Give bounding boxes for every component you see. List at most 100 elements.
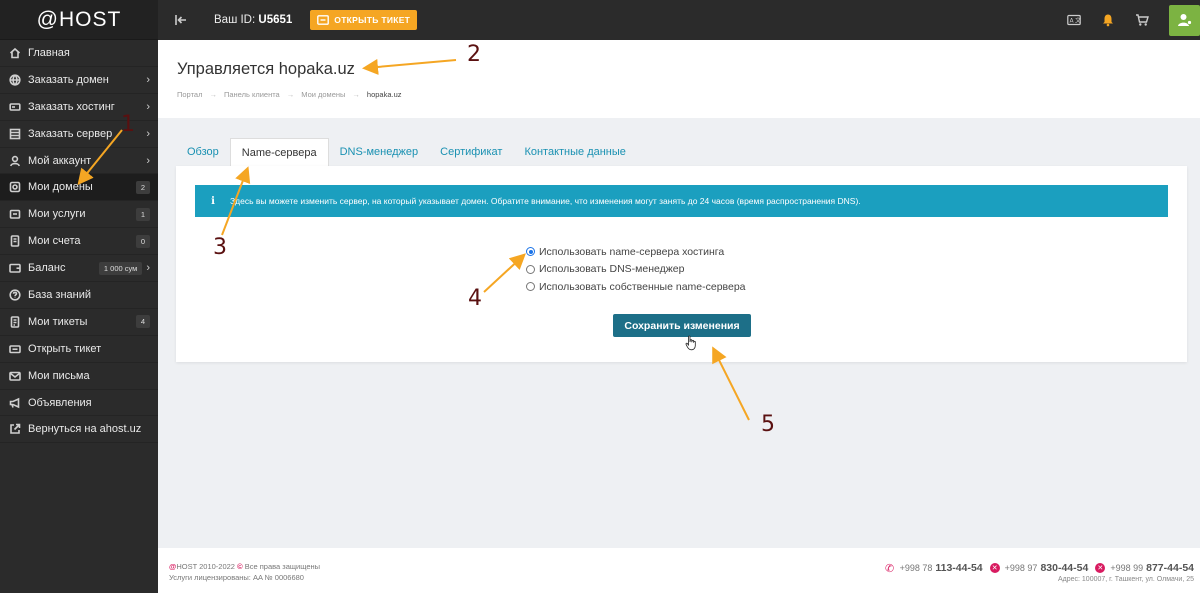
megaphone-icon [9, 397, 21, 409]
sidebar-item-order-domain[interactable]: Заказать домен › [0, 67, 158, 94]
option-label: Использовать собственные name-сервера [539, 280, 746, 293]
topbar: Ваш ID: U5651 ОТКРЫТЬ ТИКЕТ A文 [158, 0, 1200, 40]
phone-number: 830-44-54 [1040, 562, 1089, 574]
phone-3[interactable]: ✕ +998 99 877-44-54 [1095, 562, 1194, 574]
svg-text:文: 文 [1075, 17, 1081, 25]
breadcrumb-client-panel[interactable]: Панель клиента [224, 90, 280, 99]
option-dns-manager[interactable]: Использовать DNS-менеджер [526, 261, 746, 279]
breadcrumb-current: hopaka.uz [366, 90, 402, 99]
breadcrumb-portal[interactable]: Портал [177, 90, 202, 99]
logo[interactable]: @HOST [0, 0, 158, 40]
tab-contact-data[interactable]: Контактные данные [513, 138, 636, 166]
breadcrumb: Портал → Панель клиента → Мои домены → h… [177, 90, 402, 99]
annotation-number-5: 5 [761, 412, 775, 437]
tab-overview[interactable]: Обзор [176, 138, 230, 166]
option-hosting-nameservers[interactable]: Использовать name-сервера хостинга [526, 243, 746, 261]
user-id-label: Ваш ID: [214, 14, 256, 26]
chevron-right-icon: › [146, 73, 150, 86]
sidebar-item-label: Объявления [28, 396, 92, 409]
hand-cursor-icon [685, 335, 696, 351]
phone-number: 877-44-54 [1146, 562, 1194, 574]
tab-dns-manager[interactable]: DNS-менеджер [329, 138, 430, 166]
cart-icon[interactable] [1135, 13, 1149, 27]
svg-text:A: A [1070, 18, 1075, 25]
page-title: Управляется hopaka.uz [177, 60, 355, 78]
chevron-right-icon: › [146, 154, 150, 167]
wallet-icon [9, 262, 21, 274]
sidebar-item-knowledge-base[interactable]: База знаний [0, 282, 158, 309]
sidebar-item-my-tickets[interactable]: Мои тикеты 4 [0, 309, 158, 336]
annotation-number-1: 1 [121, 112, 135, 137]
server-icon [9, 101, 21, 113]
nameserver-panel: i Здесь вы можете изменить сервер, на ко… [176, 166, 1187, 362]
address: Адрес: 100007, г. Ташкент, ул. Олмачи, 2… [1057, 576, 1194, 583]
sidebar-item-balance[interactable]: Баланс 1 000 сум › [0, 255, 158, 283]
sidebar-nav: Главная Заказать домен › Заказать хостин… [0, 40, 158, 444]
count-badge: 1 [135, 207, 150, 221]
messenger-icon: ✕ [989, 563, 1000, 573]
breadcrumb-my-domains[interactable]: Мои домены [301, 90, 345, 99]
tab-certificate[interactable]: Сертификат [429, 138, 513, 166]
sidebar-item-label: Заказать хостинг [28, 100, 115, 113]
box-icon [9, 208, 21, 220]
sidebar-item-label: Мои домены [28, 181, 93, 194]
help-icon [9, 289, 21, 301]
phone-prefix: +998 97 [1004, 563, 1038, 573]
user-menu-button[interactable] [1169, 4, 1200, 36]
annotation-number-3: 3 [213, 235, 227, 260]
language-icon[interactable]: A文 [1067, 13, 1081, 27]
ticket-icon [9, 316, 21, 328]
bell-icon[interactable] [1101, 13, 1115, 27]
phone-prefix: +998 99 [1110, 563, 1144, 573]
sidebar-item-my-account[interactable]: Мой аккаунт › [0, 148, 158, 175]
user-icon [9, 155, 21, 167]
globe-icon [9, 74, 21, 86]
radio-unselected[interactable] [526, 264, 535, 274]
save-changes-button[interactable]: Сохранить изменения [613, 314, 751, 337]
license-text: Услуги лицензированы: AA № 0006680 [169, 573, 304, 582]
external-link-icon [9, 423, 21, 435]
sidebar-item-label: Мои услуги [28, 208, 86, 221]
option-label: Использовать name-сервера хостинга [539, 245, 725, 258]
sidebar-item-my-domains[interactable]: Мои домены 2 [0, 174, 158, 202]
sidebar-item-label: База знаний [28, 288, 92, 301]
sidebar-item-label: Открыть тикет [28, 342, 102, 355]
phone-number: 113-44-54 [935, 562, 983, 574]
sidebar-item-open-ticket[interactable]: Открыть тикет [0, 336, 158, 363]
sidebar-item-label: Заказать домен [28, 73, 109, 86]
chevron-right-icon: › [146, 100, 150, 113]
phone-2[interactable]: ✕ +998 97 830-44-54 [989, 562, 1089, 574]
tab-nameservers[interactable]: Name-сервера [229, 138, 329, 166]
sidebar-item-my-mail[interactable]: Мои письма [0, 363, 158, 390]
breadcrumb-separator: → [286, 90, 295, 99]
collapse-sidebar-icon[interactable] [174, 13, 188, 27]
user-id: Ваш ID: U5651 [214, 14, 292, 26]
option-custom-nameservers[interactable]: Использовать собственные name-сервера [526, 278, 746, 296]
phone-1[interactable]: ✆ +998 78 113-44-54 [884, 562, 983, 575]
open-ticket-icon [9, 343, 21, 355]
sidebar-item-label: Мой аккаунт [28, 154, 92, 167]
breadcrumb-separator: → [209, 90, 217, 99]
sidebar-item-label: Мои письма [28, 369, 90, 382]
chevron-right-icon: › [146, 262, 150, 275]
sidebar-item-home[interactable]: Главная [0, 40, 158, 67]
info-alert-text: Здесь вы можете изменить сервер, на кото… [230, 196, 861, 206]
ticket-icon [317, 15, 330, 25]
open-ticket-button[interactable]: ОТКРЫТЬ ТИКЕТ [310, 10, 418, 30]
sidebar-item-my-invoices[interactable]: Мои счета 0 [0, 228, 158, 256]
sidebar-item-announcements[interactable]: Объявления [0, 390, 158, 417]
radio-unselected[interactable] [526, 282, 535, 292]
sidebar-item-label: Баланс [28, 262, 66, 275]
sidebar-item-return-home[interactable]: Вернуться на ahost.uz [0, 416, 158, 444]
sidebar: @HOST Главная Заказать домен › Заказать … [0, 0, 158, 593]
phone-icon: ✆ [884, 562, 895, 575]
radio-selected[interactable] [526, 247, 535, 257]
count-badge: 2 [135, 180, 150, 194]
sidebar-item-my-services[interactable]: Мои услуги 1 [0, 201, 158, 229]
chevron-right-icon: › [146, 127, 150, 140]
footer: @HOST 2010-2022 © Все права защищены Усл… [158, 548, 1200, 593]
count-badge: 4 [135, 315, 150, 329]
copyright-icon: © [237, 562, 243, 571]
topbar-actions: A文 [1067, 0, 1200, 40]
info-icon: i [211, 195, 215, 207]
